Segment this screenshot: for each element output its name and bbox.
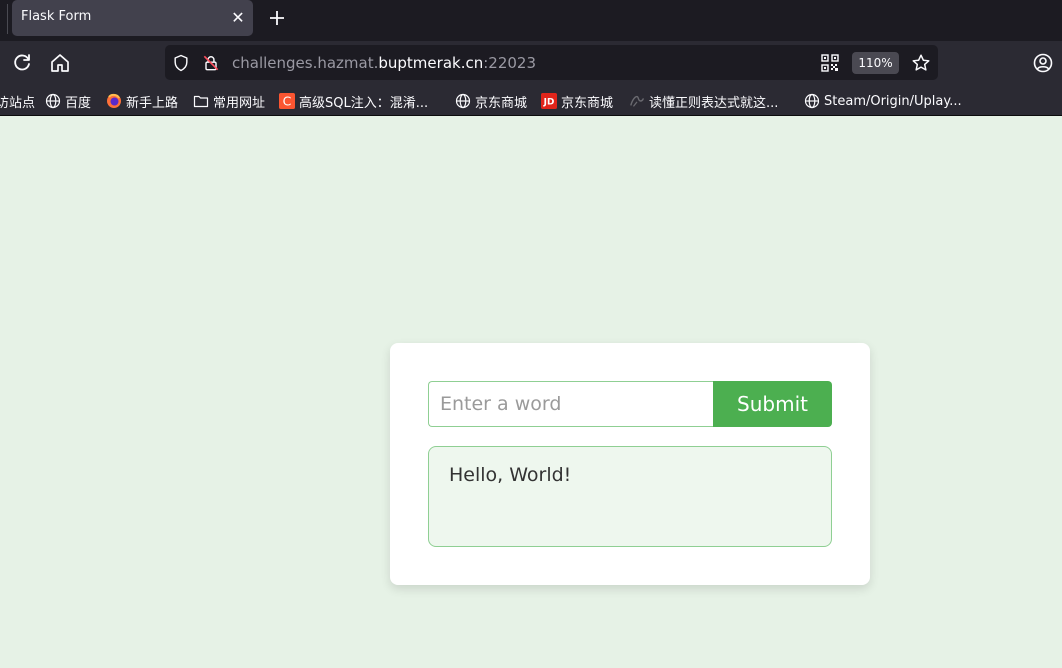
bookmark-item-jd-2[interactable]: JD 京东商城 bbox=[541, 91, 613, 111]
home-icon[interactable] bbox=[48, 51, 72, 75]
result-box: Hello, World! bbox=[428, 446, 832, 547]
bookmark-item-regex[interactable]: 读懂正则表达式就这... bbox=[629, 91, 778, 111]
bookmark-item-baidu[interactable]: 百度 bbox=[45, 91, 91, 111]
bookmark-label: 京东商城 bbox=[561, 95, 614, 111]
bookmark-label: 新手上路 bbox=[126, 95, 179, 111]
qr-code-icon[interactable] bbox=[821, 54, 839, 72]
csdn-icon: C bbox=[279, 93, 295, 109]
zoom-level-badge[interactable]: 110% bbox=[852, 52, 899, 74]
bookmark-label: 常用网址 bbox=[213, 95, 266, 111]
folder-icon bbox=[193, 93, 209, 109]
close-icon[interactable]: ✕ bbox=[228, 8, 248, 28]
firefox-icon bbox=[106, 93, 122, 109]
bookmark-item-jd-1[interactable]: 京东商城 bbox=[455, 91, 527, 111]
bookmark-item[interactable]: 访站点 bbox=[0, 91, 35, 111]
plus-icon[interactable] bbox=[265, 6, 289, 30]
word-input[interactable] bbox=[428, 381, 714, 427]
bookmarks-toolbar: 访站点 百度 新手上路 常用网址 C 高级SQL注入：混淆... 京东商城 JD bbox=[0, 85, 1062, 116]
jd-icon: JD bbox=[541, 93, 557, 109]
tab-title: Flask Form bbox=[21, 9, 92, 24]
result-text: Hello, World! bbox=[449, 464, 572, 486]
reload-icon[interactable] bbox=[10, 51, 34, 75]
tab-flask-form[interactable]: Flask Form ✕ bbox=[12, 0, 253, 36]
regex-icon bbox=[629, 93, 645, 109]
address-bar[interactable]: challenges.hazmat.buptmerak.cn:22023 110… bbox=[165, 45, 938, 80]
url-host: buptmerak.cn bbox=[378, 54, 484, 72]
bookmark-label: 访站点 bbox=[0, 95, 36, 111]
form-card: Submit Hello, World! bbox=[390, 343, 870, 585]
bookmark-label: 高级SQL注入：混淆... bbox=[299, 95, 429, 111]
bookmark-item-sql-injection[interactable]: C 高级SQL注入：混淆... bbox=[279, 91, 428, 111]
url-text[interactable]: challenges.hazmat.buptmerak.cn:22023 bbox=[232, 54, 536, 72]
svg-text:C: C bbox=[283, 93, 292, 108]
globe-icon bbox=[45, 93, 61, 109]
url-port: :22023 bbox=[483, 54, 536, 72]
insecure-lock-icon[interactable] bbox=[201, 53, 221, 73]
submit-button[interactable]: Submit bbox=[713, 381, 832, 427]
bookmark-label: 读懂正则表达式就这... bbox=[649, 95, 779, 111]
shield-icon[interactable] bbox=[171, 53, 191, 73]
bookmark-label: Steam/Origin/Uplay... bbox=[824, 93, 962, 109]
bookmark-folder-common-sites[interactable]: 常用网址 bbox=[193, 91, 265, 111]
bookmark-item-getting-started[interactable]: 新手上路 bbox=[106, 91, 178, 111]
star-icon[interactable] bbox=[910, 52, 932, 74]
url-prefix: challenges.hazmat. bbox=[232, 54, 379, 72]
browser-nav-bar: challenges.hazmat.buptmerak.cn:22023 110… bbox=[0, 41, 1062, 85]
bookmark-label: 京东商城 bbox=[475, 95, 528, 111]
svg-text:JD: JD bbox=[543, 98, 555, 108]
tab-separator bbox=[7, 4, 8, 34]
browser-tab-bar: Flask Form ✕ bbox=[0, 0, 1062, 41]
bookmark-label: 百度 bbox=[65, 95, 92, 111]
account-icon[interactable] bbox=[1031, 51, 1055, 75]
bookmark-item-steam[interactable]: Steam/Origin/Uplay... bbox=[804, 91, 962, 111]
globe-icon bbox=[804, 93, 820, 109]
globe-icon bbox=[455, 93, 471, 109]
